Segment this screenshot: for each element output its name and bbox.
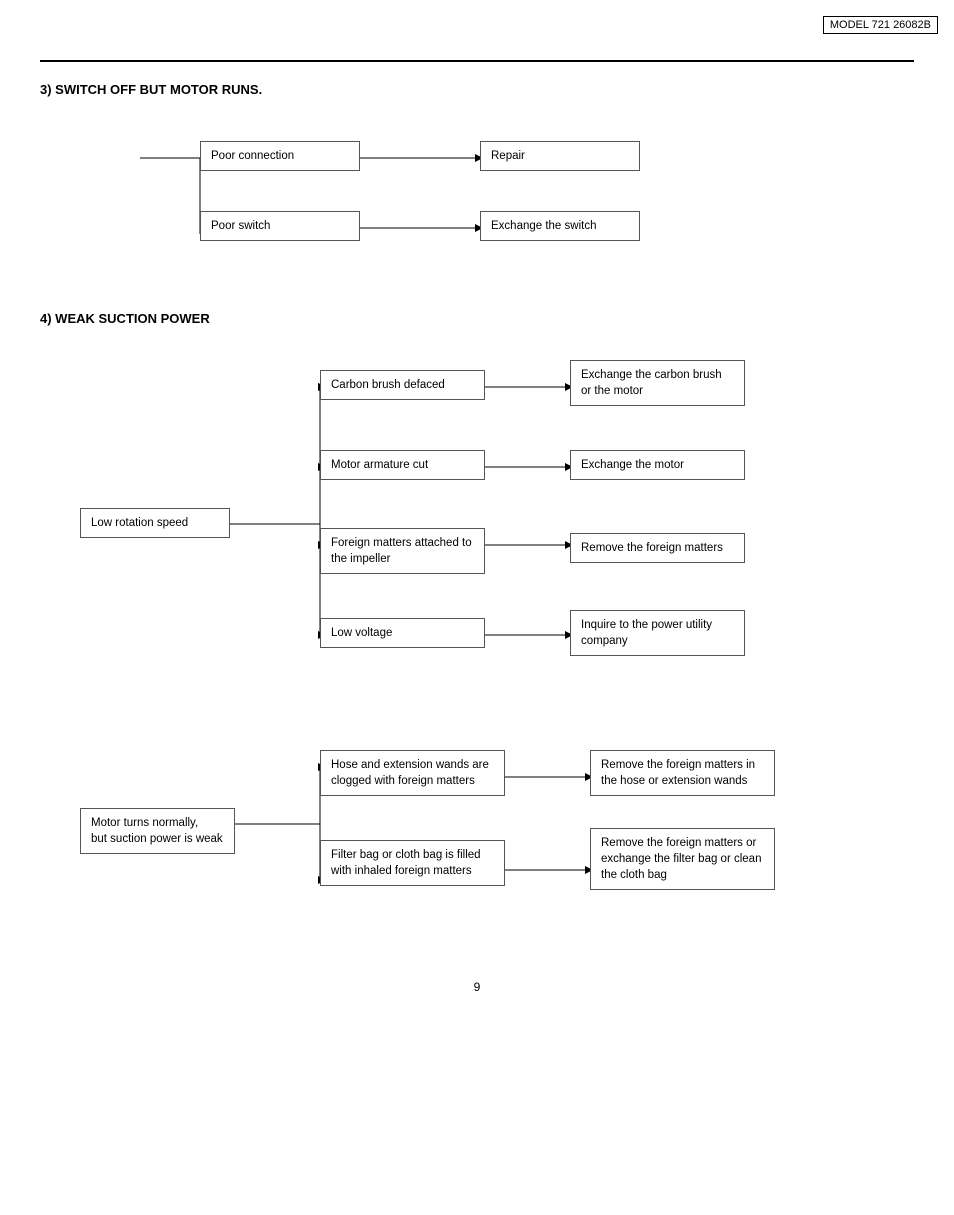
box-exchange-motor: Exchange the motor xyxy=(570,450,745,480)
box-poor-switch: Poor switch xyxy=(200,211,360,241)
page-number: 9 xyxy=(40,980,914,994)
box-hose-clogged: Hose and extension wands are clogged wit… xyxy=(320,750,505,796)
box-exchange-switch: Exchange the switch xyxy=(480,211,640,241)
box-remove-foreign: Remove the foreign matters xyxy=(570,533,745,563)
box-motor-normal: Motor turns normally, but suction power … xyxy=(80,808,235,854)
box-remove-hose: Remove the foreign matters in the hose o… xyxy=(590,750,775,796)
box-poor-connection: Poor connection xyxy=(200,141,360,171)
box-foreign-impeller: Foreign matters attached to the impeller xyxy=(320,528,485,574)
section3-diagram: Poor connection Repair Poor switch Excha… xyxy=(100,121,914,281)
box-filter-bag: Filter bag or cloth bag is filled with i… xyxy=(320,840,505,886)
section4b-diagram: Motor turns normally, but suction power … xyxy=(60,740,914,940)
model-badge: MODEL 721 26082B xyxy=(823,16,938,34)
section4-title: 4) WEAK SUCTION POWER xyxy=(40,311,914,326)
box-motor-armature: Motor armature cut xyxy=(320,450,485,480)
section4-diagram: Low rotation speed Carbon brush defaced … xyxy=(60,350,914,710)
box-carbon-brush: Carbon brush defaced xyxy=(320,370,485,400)
box-inquire: Inquire to the power utility company xyxy=(570,610,745,656)
box-repair: Repair xyxy=(480,141,640,171)
top-divider xyxy=(40,60,914,62)
page: MODEL 721 26082B 3) SWITCH OFF BUT MOTOR… xyxy=(0,0,954,1034)
box-remove-filter: Remove the foreign matters or exchange t… xyxy=(590,828,775,890)
box-low-rotation: Low rotation speed xyxy=(80,508,230,538)
section3-title: 3) SWITCH OFF BUT MOTOR RUNS. xyxy=(40,82,914,97)
box-exchange-carbon: Exchange the carbon brush or the motor xyxy=(570,360,745,406)
box-low-voltage: Low voltage xyxy=(320,618,485,648)
